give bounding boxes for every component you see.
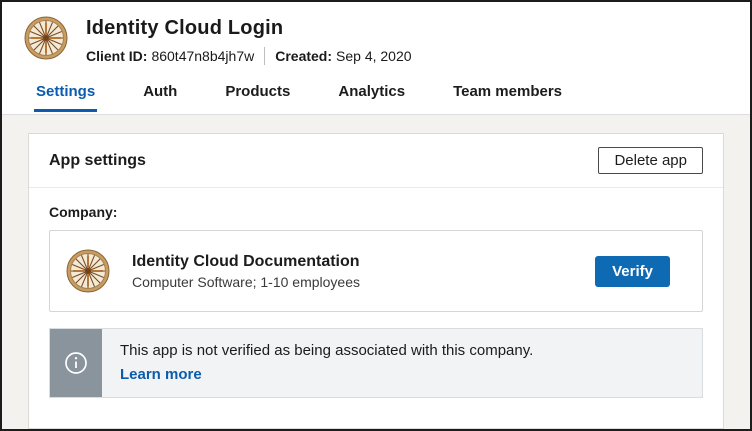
- app-window: Identity Cloud Login Client ID:860t47n8b…: [0, 0, 752, 431]
- created-value: Sep 4, 2020: [336, 48, 412, 64]
- card-title: App settings: [49, 152, 146, 170]
- company-field-label: Company:: [49, 204, 703, 220]
- header-text: Identity Cloud Login Client ID:860t47n8b…: [86, 16, 412, 65]
- client-id-label: Client ID:: [86, 48, 147, 64]
- client-id-value: 860t47n8b4jh7w: [151, 48, 254, 64]
- notice-message: This app is not verified as being associ…: [120, 342, 684, 359]
- card-header: App settings Delete app: [29, 134, 723, 188]
- verification-notice: This app is not verified as being associ…: [49, 328, 703, 398]
- app-meta-line: Client ID:860t47n8b4jh7w Created:Sep 4, …: [86, 47, 412, 65]
- company-info: Identity Cloud Documentation Computer So…: [132, 253, 573, 290]
- verify-button[interactable]: Verify: [595, 256, 670, 287]
- tab-team-members[interactable]: Team members: [451, 77, 564, 112]
- company-description: Computer Software; 1-10 employees: [132, 274, 573, 290]
- created-label: Created:: [275, 48, 332, 64]
- learn-more-link[interactable]: Learn more: [120, 366, 202, 383]
- notice-icon-band: [50, 329, 102, 397]
- tab-analytics[interactable]: Analytics: [336, 77, 407, 112]
- page-title: Identity Cloud Login: [86, 17, 412, 40]
- delete-app-button[interactable]: Delete app: [598, 147, 703, 174]
- meta-divider: [264, 47, 265, 65]
- tab-products[interactable]: Products: [223, 77, 292, 112]
- app-header: Identity Cloud Login Client ID:860t47n8b…: [2, 2, 750, 65]
- company-logo-compass-icon: [66, 249, 110, 293]
- client-id: Client ID:860t47n8b4jh7w: [86, 48, 254, 64]
- main-content: App settings Delete app Company: Identit…: [2, 115, 750, 429]
- info-circle-icon: [64, 351, 88, 375]
- app-settings-card: App settings Delete app Company: Identit…: [28, 133, 724, 429]
- company-name: Identity Cloud Documentation: [132, 253, 573, 271]
- card-body: Company: Identity Cloud Documentation Co…: [29, 188, 723, 414]
- notice-content: This app is not verified as being associ…: [102, 329, 702, 397]
- tab-auth[interactable]: Auth: [141, 77, 179, 112]
- tab-bar: Settings Auth Products Analytics Team me…: [2, 65, 750, 115]
- app-logo-compass-icon: [24, 16, 68, 60]
- company-row: Identity Cloud Documentation Computer So…: [49, 230, 703, 312]
- created-date: Created:Sep 4, 2020: [275, 48, 411, 64]
- tab-settings[interactable]: Settings: [34, 77, 97, 112]
